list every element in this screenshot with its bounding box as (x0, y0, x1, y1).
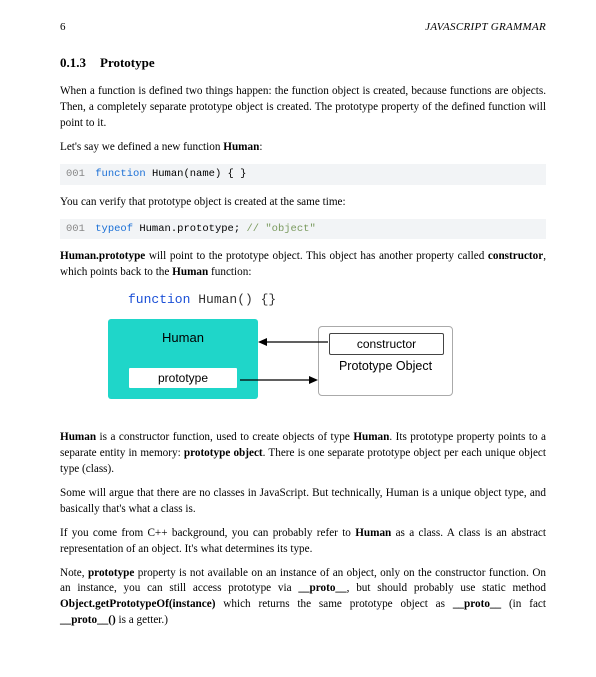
comment: // "object" (246, 223, 315, 235)
page-number: 6 (60, 20, 66, 36)
human-label: Human (108, 319, 258, 347)
section-title: Prototype (100, 55, 155, 70)
bold-term: __proto__ (298, 582, 346, 594)
keyword: typeof (95, 223, 133, 235)
bold-term: Human (355, 527, 391, 539)
paragraph: Let's say we defined a new function Huma… (60, 140, 546, 156)
bold-term: __proto__ (453, 598, 501, 610)
constructor-property-slot: constructor (329, 333, 444, 355)
bold-term: Human (172, 266, 208, 278)
paragraph: When a function is defined two things ha… (60, 84, 546, 132)
human-function-box: Human prototype (108, 319, 258, 399)
bold-term: constructor (488, 250, 543, 262)
bold-term: prototype (88, 567, 134, 579)
document-page: 6 JAVASCRIPT GRAMMAR 0.1.3 Prototype When… (0, 0, 596, 677)
paragraph: If you come from C++ background, you can… (60, 526, 546, 558)
paragraph: Note, prototype property is not availabl… (60, 566, 546, 630)
paragraph: Human is a constructor function, used to… (60, 430, 546, 478)
bold-term: Human (353, 431, 389, 443)
section-number: 0.1.3 (60, 55, 86, 70)
keyword: function (128, 292, 190, 307)
bold-term: __proto__() (60, 614, 116, 626)
arrow-constructor-to-human (258, 337, 328, 347)
running-title: JAVASCRIPT GRAMMAR (425, 20, 546, 36)
prototype-object-box: constructor Prototype Object (318, 326, 453, 396)
paragraph: Human.prototype will point to the protot… (60, 249, 546, 281)
prototype-diagram: function Human() {} Human prototype cons… (88, 291, 468, 416)
bold-term: Human (223, 141, 259, 153)
paragraph: Some will argue that there are no classe… (60, 486, 546, 518)
page-header: 6 JAVASCRIPT GRAMMAR (60, 20, 546, 36)
keyword: function (95, 168, 145, 180)
code-block: 001 function Human(name) { } (60, 164, 546, 185)
bold-term: Object.getPrototypeOf(instance) (60, 598, 215, 610)
arrow-prototype-to-object (240, 375, 318, 385)
bold-term: Human (60, 431, 96, 443)
section-heading: 0.1.3 Prototype (60, 54, 546, 72)
paragraph: You can verify that prototype object is … (60, 195, 546, 211)
bold-term: prototype object (184, 447, 263, 459)
function-declaration: function Human() {} (128, 291, 276, 309)
line-number: 001 (66, 223, 85, 235)
line-number: 001 (66, 168, 85, 180)
prototype-property-slot: prototype (128, 367, 238, 389)
bold-term: Human.prototype (60, 250, 145, 262)
prototype-object-label: Prototype Object (319, 359, 452, 374)
code-block: 001 typeof Human.prototype; // "object" (60, 219, 546, 240)
